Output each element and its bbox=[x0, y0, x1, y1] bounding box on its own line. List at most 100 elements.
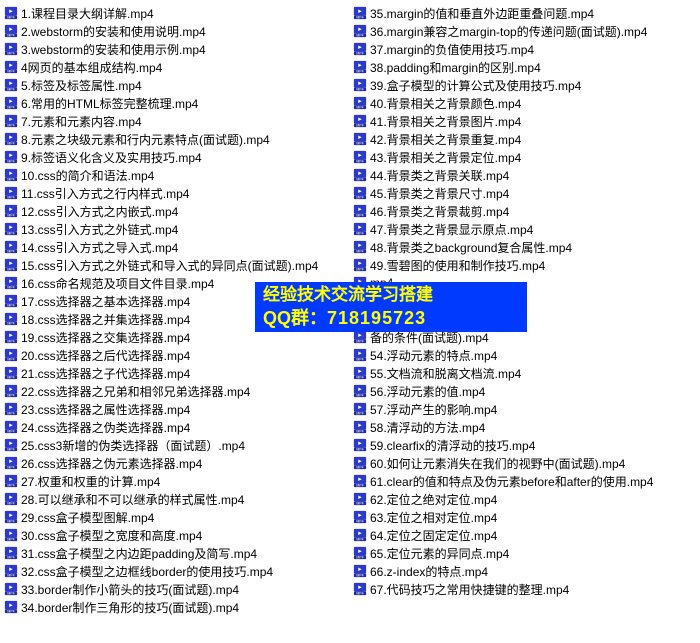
mp4-icon: MP4 bbox=[353, 330, 367, 344]
file-item[interactable]: MP447.背景类之背景显示原点.mp4 bbox=[353, 220, 696, 238]
file-item[interactable]: MP4 4网页的基本组成结构.mp4 bbox=[4, 58, 347, 76]
file-item[interactable]: MP438.padding和margin的区别.mp4 bbox=[353, 58, 696, 76]
file-item[interactable]: MP427.权重和权重的计算.mp4 bbox=[4, 472, 347, 490]
file-item[interactable]: MP439.盒子模型的计算公式及使用技巧.mp4 bbox=[353, 76, 696, 94]
file-name: 27.权重和权重的计算.mp4 bbox=[21, 473, 160, 490]
svg-text:MP4: MP4 bbox=[7, 556, 14, 560]
file-item[interactable]: MP42.webstorm的安装和使用说明.mp4 bbox=[4, 22, 347, 40]
file-item[interactable]: MP446.背景类之背景裁剪.mp4 bbox=[353, 202, 696, 220]
file-item[interactable]: MP457.浮动产生的影响.mp4 bbox=[353, 400, 696, 418]
mp4-icon: MP4 bbox=[4, 186, 18, 200]
svg-text:MP4: MP4 bbox=[7, 322, 14, 326]
file-item[interactable]: MP462.定位之绝对定位.mp4 bbox=[353, 490, 696, 508]
mp4-icon: MP4 bbox=[4, 312, 18, 326]
svg-text:MP4: MP4 bbox=[7, 34, 14, 38]
file-item[interactable]: MP46.常用的HTML标签完整梳理.mp4 bbox=[4, 94, 347, 112]
file-name: 9.标签语义化含义及实用技巧.mp4 bbox=[21, 149, 202, 166]
file-item[interactable]: MP435.margin的值和垂直外边距重叠问题.mp4 bbox=[353, 4, 696, 22]
file-item[interactable]: MP440.背景相关之背景颜色.mp4 bbox=[353, 94, 696, 112]
file-item[interactable]: MP430.css盒子模型之宽度和高度.mp4 bbox=[4, 526, 347, 544]
svg-text:MP4: MP4 bbox=[7, 394, 14, 398]
file-item[interactable]: MP49.标签语义化含义及实用技巧.mp4 bbox=[4, 148, 347, 166]
file-item[interactable]: MP433.border制作小箭头的技巧(面试题).mp4 bbox=[4, 580, 347, 598]
file-item[interactable]: MP410.css的简介和语法.mp4 bbox=[4, 166, 347, 184]
svg-text:MP4: MP4 bbox=[356, 232, 363, 236]
file-item[interactable]: MP441.背景相关之背景图片.mp4 bbox=[353, 112, 696, 130]
svg-text:MP4: MP4 bbox=[7, 448, 14, 452]
svg-text:MP4: MP4 bbox=[356, 448, 363, 452]
file-name: 67.代码技巧之常用快捷键的整理.mp4 bbox=[370, 581, 569, 598]
mp4-icon: MP4 bbox=[4, 600, 18, 614]
mp4-icon: MP4 bbox=[353, 222, 367, 236]
file-name: 4网页的基本组成结构.mp4 bbox=[21, 59, 162, 76]
file-name: 11.css引入方式之行内样式.mp4 bbox=[21, 185, 189, 202]
file-item[interactable]: MP459.clearfix的清浮动的技巧.mp4 bbox=[353, 436, 696, 454]
file-item[interactable]: MP463.定位之相对定位.mp4 bbox=[353, 508, 696, 526]
file-item[interactable]: MP448.背景类之background复合属性.mp4 bbox=[353, 238, 696, 256]
file-item[interactable]: MP458.清浮动的方法.mp4 bbox=[353, 418, 696, 436]
svg-text:MP4: MP4 bbox=[7, 574, 14, 578]
file-item[interactable]: MP455.文档流和脱离文档流.mp4 bbox=[353, 364, 696, 382]
svg-text:MP4: MP4 bbox=[356, 538, 363, 542]
mp4-icon: MP4 bbox=[353, 546, 367, 560]
file-item[interactable]: MP461.clear的值和特点及伪元素before和after的使用.mp4 bbox=[353, 472, 696, 490]
file-item[interactable]: MP425.css3新增的伪类选择器（面试题）.mp4 bbox=[4, 436, 347, 454]
file-item[interactable]: MP424.css选择器之伪类选择器.mp4 bbox=[4, 418, 347, 436]
svg-text:MP4: MP4 bbox=[356, 34, 363, 38]
file-item[interactable]: MP436.margin兼容之margin-top的传递问题(面试题).mp4 bbox=[353, 22, 696, 40]
file-item[interactable]: MP449.雪碧图的使用和制作技巧.mp4 bbox=[353, 256, 696, 274]
file-item[interactable]: MP456.浮动元素的值.mp4 bbox=[353, 382, 696, 400]
file-item[interactable]: MP414.css引入方式之导入式.mp4 bbox=[4, 238, 347, 256]
mp4-icon: MP4 bbox=[4, 114, 18, 128]
file-item[interactable]: MP428.可以继承和不可以继承的样式属性.mp4 bbox=[4, 490, 347, 508]
file-item[interactable]: MP422.css选择器之兄弟和相邻兄弟选择器.mp4 bbox=[4, 382, 347, 400]
svg-text:MP4: MP4 bbox=[356, 52, 363, 56]
watermark-line1: 经验技术交流学习搭建 bbox=[263, 283, 527, 307]
file-item[interactable]: MP45.标签及标签属性.mp4 bbox=[4, 76, 347, 94]
file-item[interactable]: MP415.css引入方式之外链式和导入式的异同点(面试题).mp4 bbox=[4, 256, 347, 274]
svg-text:MP4: MP4 bbox=[7, 466, 14, 470]
mp4-icon: MP4 bbox=[353, 420, 367, 434]
mp4-icon: MP4 bbox=[4, 384, 18, 398]
file-item[interactable]: MP454.浮动元素的特点.mp4 bbox=[353, 346, 696, 364]
file-item[interactable]: MP47.元素和元素内容.mp4 bbox=[4, 112, 347, 130]
file-item[interactable]: MP466.z-index的特点.mp4 bbox=[353, 562, 696, 580]
mp4-icon: MP4 bbox=[353, 6, 367, 20]
svg-text:MP4: MP4 bbox=[356, 484, 363, 488]
file-item[interactable]: MP411.css引入方式之行内样式.mp4 bbox=[4, 184, 347, 202]
file-item[interactable]: MP48.元素之块级元素和行内元素特点(面试题).mp4 bbox=[4, 130, 347, 148]
svg-text:MP4: MP4 bbox=[356, 376, 363, 380]
mp4-icon: MP4 bbox=[353, 204, 367, 218]
file-item[interactable]: MP464.定位之固定定位.mp4 bbox=[353, 526, 696, 544]
svg-text:MP4: MP4 bbox=[356, 160, 363, 164]
file-item[interactable]: MP429.css盒子模型图解.mp4 bbox=[4, 508, 347, 526]
file-item[interactable]: MP444.背景类之背景关联.mp4 bbox=[353, 166, 696, 184]
file-item[interactable]: MP41.课程目录大纲详解.mp4 bbox=[4, 4, 347, 22]
file-item[interactable]: MP432.css盒子模型之边框线border的使用技巧.mp4 bbox=[4, 562, 347, 580]
svg-text:MP4: MP4 bbox=[7, 16, 14, 20]
file-item[interactable]: MP460.如何让元素消失在我们的视野中(面试题).mp4 bbox=[353, 454, 696, 472]
mp4-icon: MP4 bbox=[4, 420, 18, 434]
file-item[interactable]: MP467.代码技巧之常用快捷键的整理.mp4 bbox=[353, 580, 696, 598]
file-item[interactable]: MP431.css盒子模型之内边距padding及简写.mp4 bbox=[4, 544, 347, 562]
file-item[interactable]: MP43.webstorm的安装和使用示例.mp4 bbox=[4, 40, 347, 58]
file-name: 56.浮动元素的值.mp4 bbox=[370, 383, 485, 400]
mp4-icon: MP4 bbox=[353, 78, 367, 92]
file-item[interactable]: MP443.背景相关之背景定位.mp4 bbox=[353, 148, 696, 166]
svg-text:MP4: MP4 bbox=[356, 88, 363, 92]
svg-text:MP4: MP4 bbox=[7, 412, 14, 416]
file-item[interactable]: MP437.margin的负值使用技巧.mp4 bbox=[353, 40, 696, 58]
file-item[interactable]: MP421.css选择器之子代选择器.mp4 bbox=[4, 364, 347, 382]
file-item[interactable]: MP412.css引入方式之内嵌式.mp4 bbox=[4, 202, 347, 220]
file-item[interactable]: MP423.css选择器之属性选择器.mp4 bbox=[4, 400, 347, 418]
file-item[interactable]: MP445.背景类之背景尺寸.mp4 bbox=[353, 184, 696, 202]
file-item[interactable]: MP426.css选择器之伪元素选择器.mp4 bbox=[4, 454, 347, 472]
mp4-icon: MP4 bbox=[4, 438, 18, 452]
mp4-icon: MP4 bbox=[353, 456, 367, 470]
file-item[interactable]: MP465.定位元素的异同点.mp4 bbox=[353, 544, 696, 562]
file-item[interactable]: MP413.css引入方式之外链式.mp4 bbox=[4, 220, 347, 238]
file-item[interactable]: MP442.背景相关之背景重复.mp4 bbox=[353, 130, 696, 148]
file-item[interactable]: MP434.border制作三角形的技巧(面试题).mp4 bbox=[4, 598, 347, 616]
svg-text:MP4: MP4 bbox=[7, 70, 14, 74]
file-item[interactable]: MP420.css选择器之后代选择器.mp4 bbox=[4, 346, 347, 364]
